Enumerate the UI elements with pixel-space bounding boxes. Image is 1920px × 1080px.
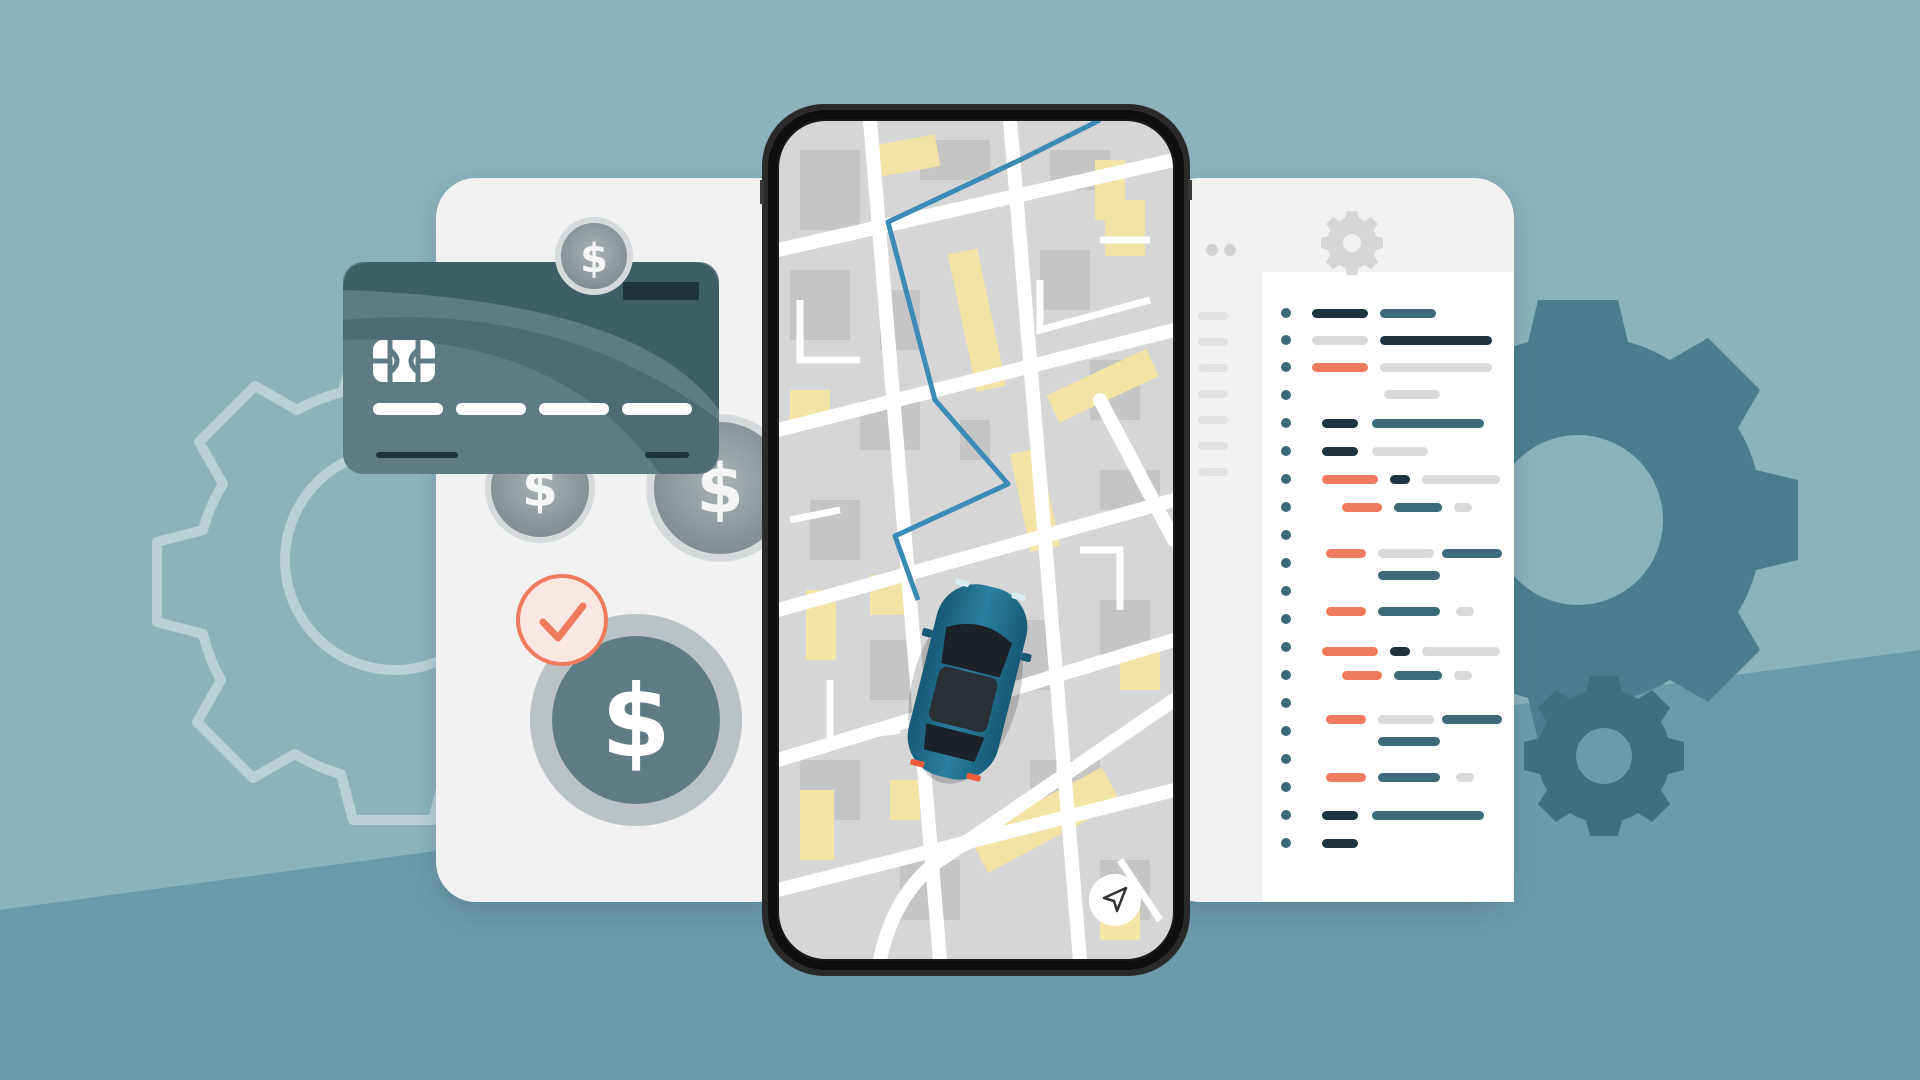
card-chip-icon <box>373 340 435 382</box>
map-view[interactable] <box>778 120 1174 960</box>
illustration-canvas: $ $ $ $ <box>0 0 1920 1080</box>
gear-icon <box>1321 211 1383 275</box>
check-icon <box>516 574 608 666</box>
gear-small-right-icon <box>1524 676 1684 836</box>
credit-card <box>343 262 719 474</box>
smartphone <box>760 104 1192 976</box>
navigation-button[interactable] <box>1089 874 1141 926</box>
coin-symbol: $ <box>580 236 608 282</box>
code-panel <box>1160 178 1514 902</box>
dollar-coin-icon: $ <box>555 217 633 295</box>
big-coin-symbol: $ <box>601 663 671 780</box>
